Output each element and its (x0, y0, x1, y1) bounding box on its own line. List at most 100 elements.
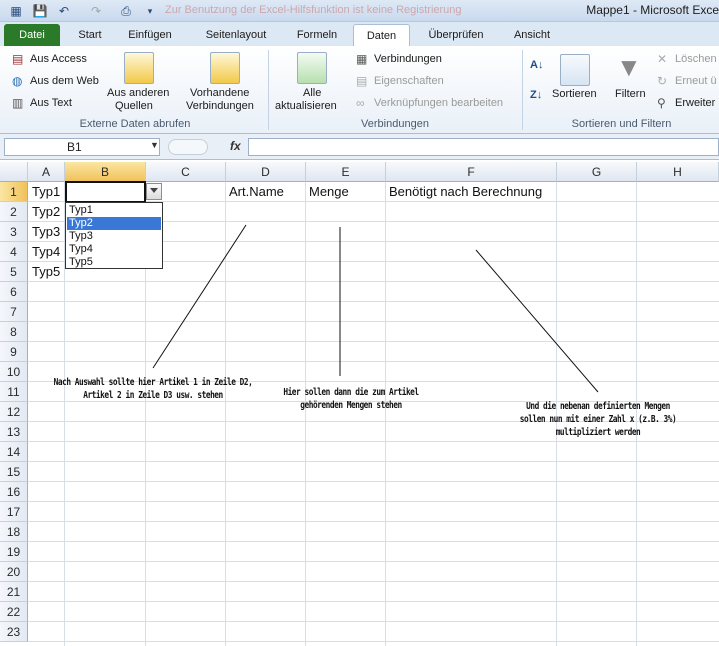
filtern-button[interactable]: Filtern (615, 88, 646, 100)
dropdown-option-typ3[interactable]: Typ3 (67, 230, 161, 243)
col-header-f[interactable]: F (386, 162, 557, 182)
gridline-row (28, 301, 719, 302)
tab-ueberpruefen[interactable]: Überprüfen (418, 24, 494, 46)
tab-datei[interactable]: Datei (4, 24, 60, 46)
aus-text-button[interactable]: Aus Text (30, 97, 72, 109)
gridline-row (28, 521, 719, 522)
quellen-label[interactable]: Quellen (115, 100, 153, 112)
cell-a5[interactable]: Typ5 (29, 262, 60, 282)
aktualisieren-button[interactable]: aktualisieren (275, 100, 337, 112)
col-header-a[interactable]: A (28, 162, 65, 182)
row-header-19[interactable]: 19 (0, 542, 28, 562)
row-header-17[interactable]: 17 (0, 502, 28, 522)
formula-input[interactable] (248, 138, 719, 156)
redo-icon[interactable]: ↷ (88, 3, 104, 19)
save-icon[interactable]: 💾 (32, 3, 48, 19)
row-header-12[interactable]: 12 (0, 402, 28, 422)
col-header-e[interactable]: E (306, 162, 386, 182)
erneut-button[interactable]: Erneut ü (675, 75, 717, 87)
row-header-8[interactable]: 8 (0, 322, 28, 342)
vorhandene-label[interactable]: Vorhandene (190, 87, 249, 99)
dropdown-option-typ2[interactable]: Typ2 (67, 217, 161, 230)
select-all-corner[interactable] (0, 162, 28, 182)
sort-za-icon[interactable]: Z↓ (530, 88, 542, 102)
gridline-row (28, 581, 719, 582)
row-header-16[interactable]: 16 (0, 482, 28, 502)
row-header-14[interactable]: 14 (0, 442, 28, 462)
cell-e1[interactable]: Menge (306, 182, 349, 202)
properties-icon: ▤ (356, 74, 368, 88)
loeschen-button[interactable]: Löschen (675, 53, 717, 65)
validation-dropdown-list[interactable]: Typ1 Typ2 Typ3 Typ4 Typ5 (65, 202, 163, 269)
gridline-row (28, 481, 719, 482)
tab-einfuegen[interactable]: Einfügen (120, 24, 180, 46)
row-header-18[interactable]: 18 (0, 522, 28, 542)
active-cell-b1[interactable] (65, 181, 146, 203)
gridline-row (28, 561, 719, 562)
row-header-6[interactable]: 6 (0, 282, 28, 302)
dropdown-option-typ5[interactable]: Typ5 (67, 256, 161, 269)
aus-anderen-label[interactable]: Aus anderen (107, 87, 169, 99)
gridline-row (28, 641, 719, 642)
formula-resize-handle[interactable] (168, 139, 208, 155)
tab-seitenlayout[interactable]: Seitenlayout (196, 24, 276, 46)
cell-a4[interactable]: Typ4 (29, 242, 60, 262)
verbindungen-label[interactable]: Verbindungen (186, 100, 254, 112)
alle-label[interactable]: Alle (303, 87, 321, 99)
cell-a1[interactable]: Typ1 (29, 182, 60, 202)
row-header-5[interactable]: 5 (0, 262, 28, 282)
row-header-4[interactable]: 4 (0, 242, 28, 262)
worksheet[interactable]: A B C D E F G H 1 2 3 4 5 6 7 8 9 10 11 12 13 14 15 16 1… (0, 162, 719, 646)
col-header-d[interactable]: D (226, 162, 306, 182)
row-header-13[interactable]: 13 (0, 422, 28, 442)
row-header-9[interactable]: 9 (0, 342, 28, 362)
print-icon[interactable]: ⎙ (118, 3, 134, 19)
access-icon: ▤ (12, 52, 24, 66)
row-header-20[interactable]: 20 (0, 562, 28, 582)
row-header-10[interactable]: 10 (0, 362, 28, 382)
gridline-col (385, 182, 386, 646)
undo-icon[interactable]: ↶ (56, 3, 72, 19)
group-sortieren-filtern: Sortieren und Filtern (571, 118, 672, 130)
row-header-23[interactable]: 23 (0, 622, 28, 642)
verknuepfungen-button[interactable]: Verknüpfungen bearbeiten (374, 97, 503, 109)
row-header-22[interactable]: 22 (0, 602, 28, 622)
row-header-21[interactable]: 21 (0, 582, 28, 602)
erweitert-button[interactable]: Erweiter (675, 97, 715, 109)
cell-a3[interactable]: Typ3 (29, 222, 60, 242)
sortieren-button[interactable]: Sortieren (552, 88, 597, 100)
col-header-b[interactable]: B (65, 162, 146, 182)
dropdown-button[interactable] (146, 183, 162, 200)
gridline-col (305, 182, 306, 646)
qat-customize-icon[interactable]: ▾ (142, 3, 158, 19)
annotation-middle: Hier sollen dann die zum Artikel gehören… (283, 387, 419, 411)
col-header-g[interactable]: G (557, 162, 637, 182)
col-header-h[interactable]: H (637, 162, 719, 182)
row-header-1[interactable]: 1 (0, 182, 28, 202)
dropdown-option-typ4[interactable]: Typ4 (67, 243, 161, 256)
tab-daten[interactable]: Daten (353, 24, 410, 46)
aus-web-button[interactable]: Aus dem Web (30, 75, 99, 87)
name-box[interactable]: B1 (4, 138, 160, 156)
row-header-2[interactable]: 2 (0, 202, 28, 222)
tab-formeln[interactable]: Formeln (288, 24, 346, 46)
row-header-15[interactable]: 15 (0, 462, 28, 482)
excel-icon[interactable]: ▦ (8, 3, 24, 19)
tab-start[interactable]: Start (70, 24, 110, 46)
verbindungen-button[interactable]: Verbindungen (374, 53, 442, 65)
aus-access-button[interactable]: Aus Access (30, 53, 87, 65)
row-header-7[interactable]: 7 (0, 302, 28, 322)
cell-a2[interactable]: Typ2 (29, 202, 60, 222)
col-header-c[interactable]: C (146, 162, 226, 182)
eigenschaften-button[interactable]: Eigenschaften (374, 75, 444, 87)
cell-d1[interactable]: Art.Name (226, 182, 284, 202)
chevron-down-icon[interactable]: ▼ (150, 140, 159, 150)
sort-az-icon[interactable]: A↓ (530, 58, 543, 72)
cell-f1[interactable]: Benötigt nach Berechnung (386, 182, 542, 202)
gridline-row (28, 361, 719, 362)
insert-function-icon[interactable]: fx (230, 139, 241, 153)
tab-ansicht[interactable]: Ansicht (506, 24, 558, 46)
dropdown-option-typ1[interactable]: Typ1 (67, 204, 161, 217)
row-header-11[interactable]: 11 (0, 382, 28, 402)
row-header-3[interactable]: 3 (0, 222, 28, 242)
